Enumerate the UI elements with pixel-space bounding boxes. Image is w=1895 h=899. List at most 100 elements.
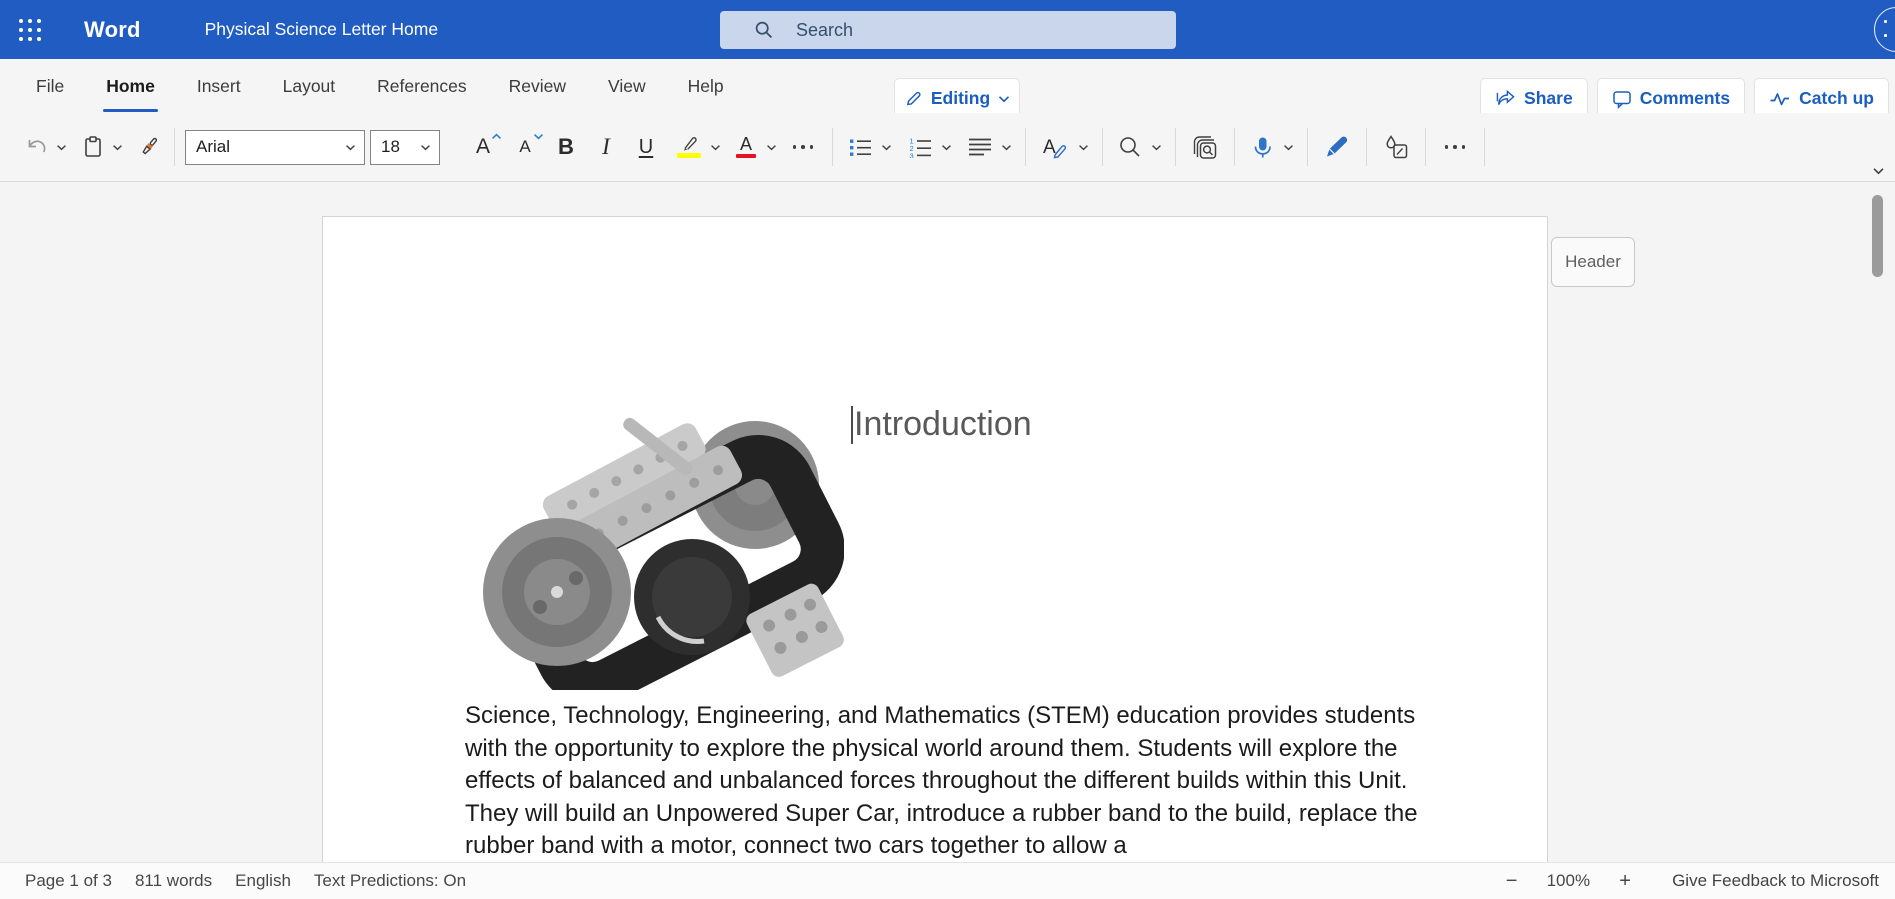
paste-dropdown[interactable] — [108, 125, 126, 169]
format-painter-icon — [136, 134, 162, 160]
search-placeholder: Search — [796, 20, 853, 41]
styles-button[interactable]: A — [1036, 125, 1074, 169]
dictate-button[interactable] — [1245, 125, 1279, 169]
chevron-down-icon — [998, 95, 1010, 103]
tab-file[interactable]: File — [22, 59, 78, 113]
more-icon — [1445, 145, 1466, 149]
chevron-down-icon — [766, 144, 777, 151]
zoom-in-button[interactable]: + — [1612, 870, 1638, 893]
bold-icon: B — [558, 134, 574, 160]
chevron-down-icon — [1872, 167, 1885, 175]
toolbar-divider — [174, 128, 175, 166]
styles-dropdown[interactable] — [1074, 125, 1092, 169]
app-launcher-button[interactable] — [0, 0, 60, 59]
chevron-down-icon — [1151, 144, 1162, 151]
text-cursor — [851, 406, 853, 444]
shrink-font-button[interactable]: A — [504, 125, 546, 169]
scrollbar-thumb[interactable] — [1872, 195, 1883, 277]
text-predictions-toggle[interactable]: Text Predictions: On — [314, 871, 466, 891]
immersive-reader-button[interactable] — [1186, 125, 1224, 169]
collapse-ribbon-button[interactable] — [1872, 167, 1885, 175]
ribbon-tab-bar: File Home Insert Layout References Revie… — [0, 59, 1895, 113]
tab-home[interactable]: Home — [92, 59, 169, 113]
status-bar: Page 1 of 3 811 words English Text Predi… — [0, 862, 1895, 899]
toolbar-divider — [832, 128, 833, 166]
chevron-down-icon — [881, 144, 892, 151]
status-right: − 100% + Give Feedback to Microsoft — [1499, 870, 1879, 893]
tab-review[interactable]: Review — [495, 59, 580, 113]
vertical-scrollbar[interactable] — [1872, 182, 1884, 862]
ink-to-text-button[interactable] — [1377, 125, 1415, 169]
highlight-dropdown[interactable] — [706, 125, 724, 169]
more-commands-button[interactable] — [1436, 125, 1474, 169]
font-color-button[interactable]: A — [730, 125, 762, 169]
numbering-dropdown[interactable] — [937, 125, 955, 169]
svg-text:3: 3 — [910, 152, 914, 159]
chevron-down-icon — [1001, 144, 1012, 151]
header-button[interactable]: Header — [1551, 237, 1635, 287]
bullets-dropdown[interactable] — [877, 125, 895, 169]
feedback-link[interactable]: Give Feedback to Microsoft — [1672, 871, 1879, 891]
tab-references[interactable]: References — [363, 59, 481, 113]
caret-down-icon — [533, 133, 544, 140]
undo-dropdown[interactable] — [52, 125, 70, 169]
font-name-select[interactable]: Arial — [185, 130, 365, 165]
chevron-down-icon — [420, 144, 431, 151]
alignment-button[interactable] — [963, 125, 997, 169]
catch-up-label: Catch up — [1799, 88, 1874, 109]
find-button[interactable] — [1113, 125, 1147, 169]
font-color-bar — [736, 154, 756, 159]
alignment-dropdown[interactable] — [997, 125, 1015, 169]
highlight-button[interactable] — [672, 125, 706, 169]
toolbar-divider — [1102, 128, 1103, 166]
pencil-icon — [904, 89, 923, 108]
highlight-icon — [678, 136, 700, 151]
find-icon — [1118, 135, 1142, 159]
account-avatar-spinner[interactable] — [1874, 7, 1895, 52]
find-dropdown[interactable] — [1147, 125, 1165, 169]
chevron-down-icon — [56, 144, 67, 151]
home-ribbon-toolbar: Arial 18 A A B I U A — [0, 113, 1895, 182]
language-indicator[interactable]: English — [235, 871, 291, 891]
toolbar-divider — [1425, 128, 1426, 166]
bold-button[interactable]: B — [546, 125, 586, 169]
dictate-icon — [1250, 135, 1275, 160]
document-heading[interactable]: Introduction — [851, 405, 1032, 444]
font-size-select[interactable]: 18 — [370, 130, 440, 165]
document-title[interactable]: Physical Science Letter Home — [205, 19, 438, 40]
grow-font-button[interactable]: A — [462, 125, 504, 169]
italic-button[interactable]: I — [586, 125, 626, 169]
chevron-down-icon — [941, 144, 952, 151]
document-body-paragraph[interactable]: Science, Technology, Engineering, and Ma… — [465, 700, 1433, 862]
underline-button[interactable]: U — [626, 125, 666, 169]
ink-icon — [1383, 134, 1409, 160]
document-page[interactable]: Introduction Science, Technology, Engine… — [322, 216, 1548, 862]
dictate-dropdown[interactable] — [1279, 125, 1297, 169]
paste-button[interactable] — [78, 125, 108, 169]
catch-up-icon — [1769, 90, 1791, 108]
zoom-out-button[interactable]: − — [1499, 870, 1525, 893]
tab-view[interactable]: View — [594, 59, 660, 113]
tab-help[interactable]: Help — [674, 59, 738, 113]
page-indicator[interactable]: Page 1 of 3 — [25, 871, 112, 891]
tab-insert[interactable]: Insert — [183, 59, 255, 113]
comments-icon — [1612, 89, 1632, 109]
format-painter-button[interactable] — [134, 125, 164, 169]
toolbar-divider — [1025, 128, 1026, 166]
status-left: Page 1 of 3 811 words English Text Predi… — [25, 871, 466, 891]
styles-icon: A — [1041, 135, 1069, 159]
editing-mode-label: Editing — [931, 88, 990, 109]
undo-button[interactable] — [22, 125, 52, 169]
font-color-dropdown[interactable] — [762, 125, 780, 169]
bullets-button[interactable] — [843, 125, 877, 169]
zoom-level[interactable]: 100% — [1547, 871, 1590, 891]
font-name-value: Arial — [196, 137, 230, 157]
search-input[interactable]: Search — [720, 11, 1176, 49]
tab-layout[interactable]: Layout — [269, 59, 350, 113]
chevron-down-icon — [1283, 144, 1294, 151]
numbering-button[interactable]: 1 2 3 — [903, 125, 937, 169]
editor-button[interactable] — [1318, 125, 1356, 169]
word-count[interactable]: 811 words — [135, 871, 212, 891]
document-image-robot-car[interactable] — [472, 405, 844, 690]
more-font-options-button[interactable] — [784, 125, 822, 169]
